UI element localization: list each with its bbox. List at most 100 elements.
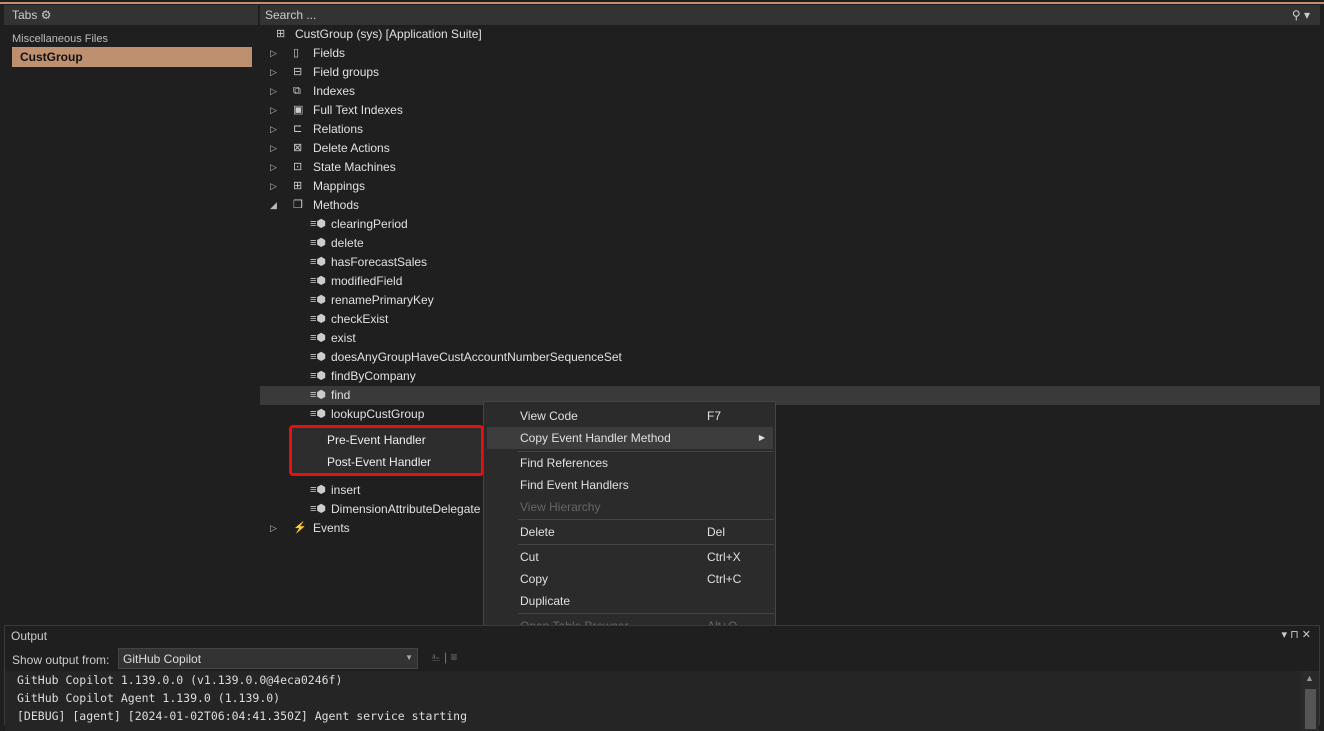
- mapping-icon: ⊞: [293, 180, 303, 192]
- tree-node-label: lookupCustGroup: [331, 407, 425, 421]
- methods-icon: ❒: [293, 199, 303, 211]
- method-node[interactable]: ≡⬢ findByCompany: [260, 367, 1320, 386]
- tree-node-label: Mappings: [313, 179, 366, 193]
- method-node[interactable]: ≡⬢ renamePrimaryKey: [260, 291, 1320, 310]
- tree-node-label: clearingPeriod: [331, 217, 408, 231]
- menu-item-label: View Hierarchy: [520, 500, 601, 514]
- method-icon: ≡⬢: [310, 408, 327, 420]
- method-node[interactable]: ≡⬢ clearingPeriod: [260, 215, 1320, 234]
- method-node[interactable]: ≡⬢ modifiedField: [260, 272, 1320, 291]
- lightning-icon: ⚡: [293, 522, 307, 534]
- tree-node[interactable]: ◢ ❒ Methods: [260, 196, 1320, 215]
- search-placeholder: Search ...: [265, 8, 317, 22]
- tree-node-label: doesAnyGroupHaveCustAccountNumberSequenc…: [331, 350, 622, 364]
- menu-item-cut[interactable]: Cut Ctrl+X: [487, 546, 773, 568]
- output-text[interactable]: GitHub Copilot 1.139.0.0 (v1.139.0.0@4ec…: [5, 671, 1301, 731]
- search-icon[interactable]: ⚲ ▾: [1292, 8, 1310, 22]
- index-icon: ⧉: [293, 85, 301, 97]
- menu-item-copy-event-handler-method[interactable]: Copy Event Handler Method ▶: [487, 427, 773, 449]
- collapse-icon[interactable]: ◢: [270, 196, 277, 215]
- menu-item-find-references[interactable]: Find References: [487, 452, 773, 474]
- menu-item-find-event-handlers[interactable]: Find Event Handlers: [487, 474, 773, 496]
- expand-icon[interactable]: ▷: [270, 158, 277, 177]
- method-icon: ≡⬢: [310, 237, 327, 249]
- method-icon: ≡⬢: [310, 256, 327, 268]
- expand-icon[interactable]: ▷: [270, 63, 277, 82]
- menu-item-label: Delete: [520, 525, 555, 539]
- method-icon: ≡⬢: [310, 351, 327, 363]
- output-panel: Output ▾ ⊓ ✕ Show output from: GitHub Co…: [4, 625, 1320, 731]
- pin-icon[interactable]: ⊓: [1290, 629, 1299, 641]
- output-source-select[interactable]: GitHub Copilot ▼: [118, 648, 418, 669]
- method-node[interactable]: ≡⬢ doesAnyGroupHaveCustAccountNumberSeque…: [260, 348, 1320, 367]
- tree-node[interactable]: ▷ ▣ Full Text Indexes: [260, 101, 1320, 120]
- relation-icon: ⊏: [293, 123, 303, 135]
- tree-node[interactable]: ▷ ⊞ Mappings: [260, 177, 1320, 196]
- menu-item-delete[interactable]: Delete Del: [487, 521, 773, 543]
- scroll-thumb[interactable]: [1305, 689, 1316, 729]
- menu-item-label: Find References: [520, 456, 609, 470]
- tabs-title: Tabs: [12, 8, 38, 22]
- pre-event-handler-item[interactable]: Pre-Event Handler: [327, 433, 426, 447]
- scroll-up-icon[interactable]: ▲: [1305, 673, 1314, 683]
- method-icon: ≡⬢: [310, 218, 327, 230]
- tree-node-label: modifiedField: [331, 274, 403, 288]
- tree-node[interactable]: ▷ ⊠ Delete Actions: [260, 139, 1320, 158]
- tree-node-label: checkExist: [331, 312, 389, 326]
- tree-node-label: Relations: [313, 122, 364, 136]
- tree-node[interactable]: ▷ ⊟ Field groups: [260, 63, 1320, 82]
- post-event-handler-item[interactable]: Post-Event Handler: [327, 455, 431, 469]
- tabs-header: Tabs ⚙: [4, 5, 258, 25]
- expand-icon[interactable]: ▷: [270, 120, 277, 139]
- scrollbar[interactable]: ▲: [1301, 671, 1319, 731]
- menu-separator: [518, 519, 774, 520]
- tree-node-label: Events: [313, 521, 350, 535]
- find-message-icon[interactable]: ⎁: [431, 650, 441, 664]
- tree-node-label: Indexes: [313, 84, 356, 98]
- expand-icon[interactable]: ▷: [270, 519, 277, 538]
- method-node[interactable]: ≡⬢ lookupCustGroup: [260, 405, 1320, 424]
- method-node[interactable]: ≡⬢ DimensionAttributeDelegate: [260, 500, 1320, 519]
- tree-node-events[interactable]: ▷ ⚡ Events: [260, 519, 1320, 538]
- method-node[interactable]: ≡⬢ insert: [260, 481, 1320, 500]
- dropdown-icon[interactable]: ▾: [1282, 629, 1288, 641]
- submenu-arrow-icon: ▶: [758, 433, 765, 442]
- menu-item-copy[interactable]: Copy Ctrl+C: [487, 568, 773, 590]
- method-icon: ≡⬢: [310, 484, 327, 496]
- panel-controls: ▾ ⊓ ✕: [1282, 628, 1311, 641]
- tree-node-label: find: [331, 388, 351, 402]
- expand-icon[interactable]: ▷: [270, 44, 277, 63]
- tree-node[interactable]: ▷ ▯ Fields: [260, 44, 1320, 63]
- expand-icon[interactable]: ▷: [270, 101, 277, 120]
- tree-node-label: Full Text Indexes: [313, 103, 403, 117]
- method-node[interactable]: ≡⬢ exist: [260, 329, 1320, 348]
- menu-item-label: View Code: [520, 409, 578, 423]
- method-node[interactable]: ≡⬢ hasForecastSales: [260, 253, 1320, 272]
- method-node[interactable]: ≡⬢ find: [260, 386, 1320, 405]
- tree-node[interactable]: ▷ ⧉ Indexes: [260, 82, 1320, 101]
- tree-node-label: CustGroup (sys) [Application Suite]: [295, 27, 482, 41]
- close-icon[interactable]: ✕: [1302, 629, 1311, 641]
- gear-icon[interactable]: ⚙: [41, 8, 52, 22]
- search-input[interactable]: Search ... ⚲ ▾: [260, 5, 1320, 25]
- field-group-icon: ⊟: [293, 66, 303, 78]
- tree-root[interactable]: ⊞ CustGroup (sys) [Application Suite]: [260, 25, 1320, 44]
- output-source-value: GitHub Copilot: [123, 652, 202, 666]
- method-node[interactable]: ≡⬢ delete: [260, 234, 1320, 253]
- tree-node-label: Fields: [313, 46, 346, 60]
- clear-icon[interactable]: ≡: [450, 650, 457, 664]
- tab-custgroup[interactable]: CustGroup: [12, 47, 252, 67]
- table-icon: ⊞: [276, 28, 286, 40]
- tree-node[interactable]: ▷ ⊏ Relations: [260, 120, 1320, 139]
- menu-item-shortcut: Ctrl+C: [707, 572, 742, 586]
- expand-icon[interactable]: ▷: [270, 82, 277, 101]
- menu-item-label: Duplicate: [520, 594, 571, 608]
- method-icon: ≡⬢: [310, 313, 327, 325]
- expand-icon[interactable]: ▷: [270, 177, 277, 196]
- delete-action-icon: ⊠: [293, 142, 303, 154]
- method-node[interactable]: ≡⬢ checkExist: [260, 310, 1320, 329]
- tree-node[interactable]: ▷ ⊡ State Machines: [260, 158, 1320, 177]
- expand-icon[interactable]: ▷: [270, 139, 277, 158]
- menu-item-view-code[interactable]: View Code F7: [487, 405, 773, 427]
- menu-item-duplicate[interactable]: Duplicate: [487, 590, 773, 612]
